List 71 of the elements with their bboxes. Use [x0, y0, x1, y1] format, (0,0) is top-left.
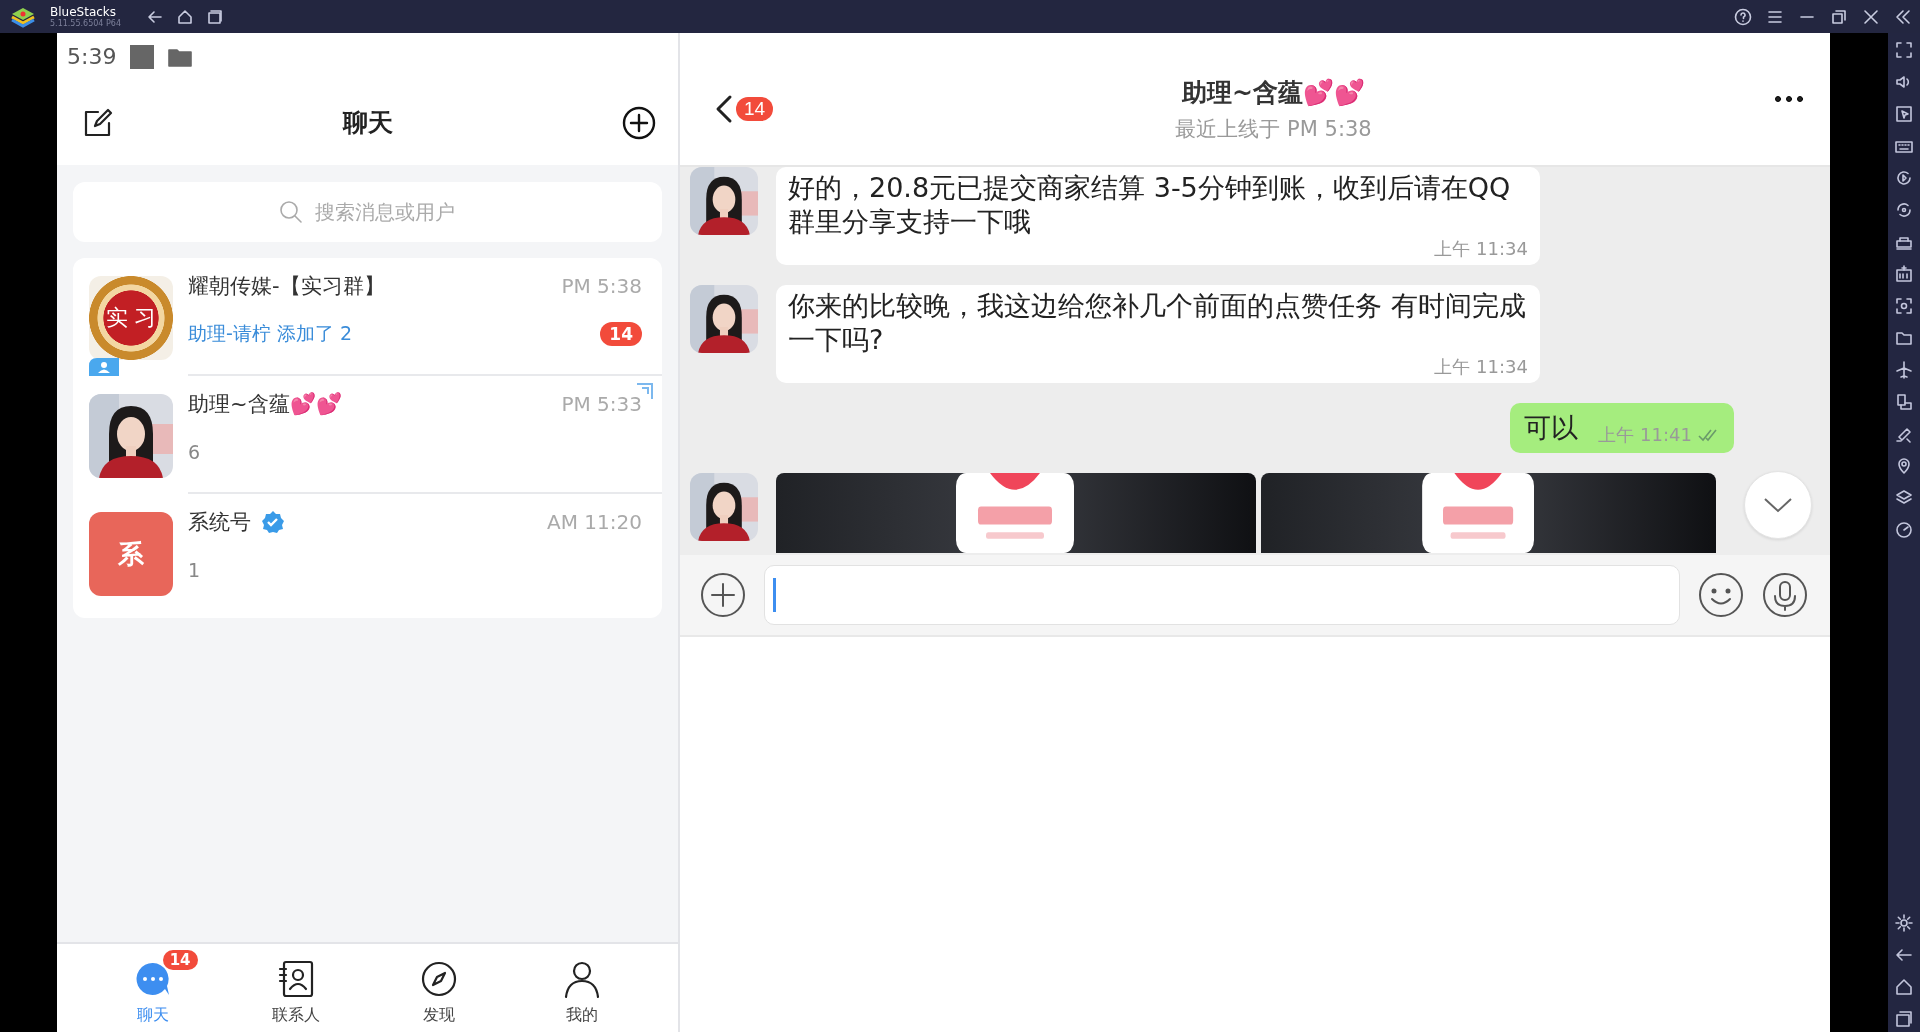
- add-icon[interactable]: [622, 105, 656, 140]
- back-icon[interactable]: [1895, 946, 1913, 964]
- group-avatar: 实 习: [89, 276, 173, 360]
- message-text: 你来的比较晚，我这边给您补几个前面的点赞任务 有时间完成一下吗?: [788, 290, 1526, 355]
- message-text: 可以: [1524, 411, 1579, 445]
- screenshot-icon[interactable]: [1895, 297, 1913, 315]
- unread-count: 14: [600, 322, 642, 346]
- message-time: 上午 11:41: [1598, 425, 1692, 445]
- search-icon: [279, 200, 303, 224]
- close-icon[interactable]: [1862, 7, 1880, 26]
- home-icon[interactable]: [177, 8, 193, 25]
- rotate-sync-icon[interactable]: [1895, 201, 1913, 219]
- add-icon[interactable]: [700, 572, 746, 618]
- settings-icon[interactable]: [1895, 914, 1913, 932]
- recent-apps-icon[interactable]: [1895, 1010, 1913, 1028]
- home-icon[interactable]: [1895, 978, 1913, 996]
- unread-badge: 14: [736, 97, 774, 121]
- back-icon[interactable]: [147, 8, 163, 25]
- nav-tab[interactable]: 联系人: [245, 944, 346, 1032]
- conversation-name: 耀朝传媒-【实习群】: [188, 273, 385, 300]
- help-icon[interactable]: [1734, 7, 1752, 26]
- app-version: 5.11.55.6504 P64: [50, 19, 121, 28]
- eraser-icon[interactable]: [1895, 425, 1913, 443]
- conversation-time: PM 5:33: [561, 392, 642, 416]
- message-time: 上午 11:34: [1433, 357, 1528, 377]
- chevron-down-icon: [1763, 497, 1793, 513]
- cursor-icon[interactable]: [1895, 105, 1913, 123]
- resize-icon[interactable]: [1895, 393, 1913, 411]
- status-time: 5:39: [67, 44, 117, 69]
- conversation-row[interactable]: 助理~含蕴💕💕 PM 5:33 6: [73, 376, 662, 494]
- microphone-icon[interactable]: [1762, 572, 1808, 618]
- message-preview: 助理-请柠 添加了 2: [188, 321, 353, 346]
- fullscreen-icon[interactable]: [1895, 41, 1913, 59]
- back-icon: [714, 94, 734, 124]
- replay-icon[interactable]: [1895, 169, 1913, 187]
- conversation-name: 助理~含蕴💕💕: [188, 391, 342, 418]
- letter-avatar: 系: [89, 512, 173, 596]
- restore-icon[interactable]: [1830, 7, 1848, 26]
- message-text: 好的，20.8元已提交商家结算 3-5分钟到账，收到后请在QQ群里分享支持一下哦: [788, 172, 1511, 237]
- compose-icon[interactable]: [83, 107, 113, 138]
- conversation-time: AM 11:20: [547, 510, 642, 534]
- message-preview: 6: [188, 441, 201, 463]
- layers-icon[interactable]: [1895, 489, 1913, 507]
- windows-icon[interactable]: [207, 8, 223, 25]
- chat-title: 助理~含蕴💕💕: [1182, 76, 1366, 109]
- speed-gauge-icon[interactable]: [1895, 521, 1913, 539]
- app-logo-icon: [10, 5, 36, 28]
- more-icon[interactable]: [1774, 95, 1804, 103]
- conversation-name: 系统号: [188, 509, 251, 536]
- message-time: 上午 11:34: [1433, 239, 1528, 259]
- folder-icon[interactable]: [1895, 329, 1913, 347]
- conversation-row[interactable]: 系 系统号 AM 11:20 1: [73, 494, 662, 612]
- nav-tab[interactable]: 我的: [532, 944, 633, 1032]
- folder-icon: [168, 46, 193, 67]
- location-icon[interactable]: [1895, 457, 1913, 475]
- nav-tab[interactable]: 发现: [389, 944, 490, 1032]
- message-input[interactable]: [764, 565, 1680, 625]
- last-seen-status: 最近上线于 PM 5:38: [1175, 115, 1372, 143]
- collapse-icon[interactable]: [1894, 7, 1912, 26]
- back-button[interactable]: 14: [714, 94, 774, 124]
- emoji-icon[interactable]: [1698, 572, 1744, 618]
- app-name: BlueStacks: [50, 5, 118, 18]
- unread-badge: 14: [162, 950, 198, 970]
- search-field[interactable]: 搜索消息或用户: [73, 182, 662, 242]
- screen-title: 聊天: [342, 107, 393, 139]
- conversation-row[interactable]: 实 习 耀朝传媒-【实习群】 PM 5:38 助理-请柠 添加了 2 14: [73, 258, 662, 376]
- conversation-time: PM 5:38: [561, 274, 642, 298]
- message-preview: 1: [188, 559, 201, 581]
- notification-icon: [130, 44, 155, 69]
- airplane-icon[interactable]: [1895, 361, 1913, 379]
- nav-tab[interactable]: 聊天 14: [102, 944, 203, 1032]
